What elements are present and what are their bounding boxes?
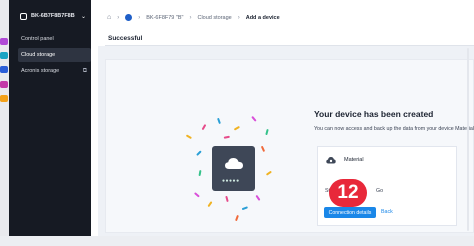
chevron-right-icon: › xyxy=(138,14,141,21)
chevron-down-icon: ⌄ xyxy=(80,13,86,20)
page-banner: Successful xyxy=(105,33,474,46)
sidebar-item-label: Control panel xyxy=(21,36,54,42)
header: ⌂ › › BK-6F8F79 "B" › Cloud storage › Ad… xyxy=(91,0,474,33)
breadcrumb-cloud-storage[interactable]: Cloud storage xyxy=(197,15,231,21)
breadcrumb-server[interactable]: BK-6F8F79 "B" xyxy=(146,15,183,21)
chevron-right-icon: › xyxy=(117,14,120,21)
success-description: You can now access and back up the data … xyxy=(314,126,474,132)
page-title: Successful xyxy=(108,35,143,42)
server-name: BK-6B7F8B7F8B xyxy=(31,13,75,19)
breadcrumb: ⌂ › › BK-6F8F79 "B" › Cloud storage › Ad… xyxy=(107,14,280,21)
sidebar: BK-6B7F8B7F8B ⌄ Control panel Cloud stor… xyxy=(9,0,91,236)
success-title: Your device has been created xyxy=(314,109,434,119)
device-illustration: ●●●●● xyxy=(212,146,255,191)
home-icon[interactable]: ⌂ xyxy=(107,14,111,21)
sidebar-item-label: Cloud storage xyxy=(21,52,56,58)
server-icon xyxy=(20,12,27,20)
external-link-icon: ⧉ xyxy=(82,67,87,74)
chevron-right-icon: › xyxy=(237,14,240,21)
sidebar-item-cloud-storage[interactable]: Cloud storage xyxy=(18,48,91,62)
sidebar-item-label: Acronis storage xyxy=(21,68,60,74)
status-dots: ●●●●● xyxy=(222,178,240,184)
cloud-device-icon xyxy=(326,157,336,164)
device-name: Material xyxy=(344,157,364,163)
app-icon-blue[interactable] xyxy=(0,66,8,73)
status-bar xyxy=(0,236,474,246)
sidebar-item-control-panel[interactable]: Control panel xyxy=(18,32,91,46)
cloud-icon xyxy=(225,158,243,169)
chevron-right-icon: › xyxy=(189,14,192,21)
app-icon-orange[interactable] xyxy=(0,95,8,102)
step-badge: 12 xyxy=(329,179,367,207)
globe-icon xyxy=(125,14,133,21)
connection-details-button[interactable]: Connection details xyxy=(324,207,376,218)
app-icon-purple[interactable] xyxy=(0,38,8,45)
breadcrumb-current: Add a device xyxy=(245,14,280,21)
scrollbar[interactable] xyxy=(466,46,470,233)
storage-value: Go xyxy=(375,188,384,194)
app-strip xyxy=(0,0,9,246)
app-icon-teal[interactable] xyxy=(0,52,8,59)
server-selector[interactable]: BK-6B7F8B7F8B ⌄ xyxy=(20,9,86,23)
sidebar-item-acronis-storage[interactable]: Acronis storage ⧉ xyxy=(18,64,91,78)
app-icon-magenta[interactable] xyxy=(0,81,8,88)
back-link[interactable]: Back xyxy=(381,209,393,215)
